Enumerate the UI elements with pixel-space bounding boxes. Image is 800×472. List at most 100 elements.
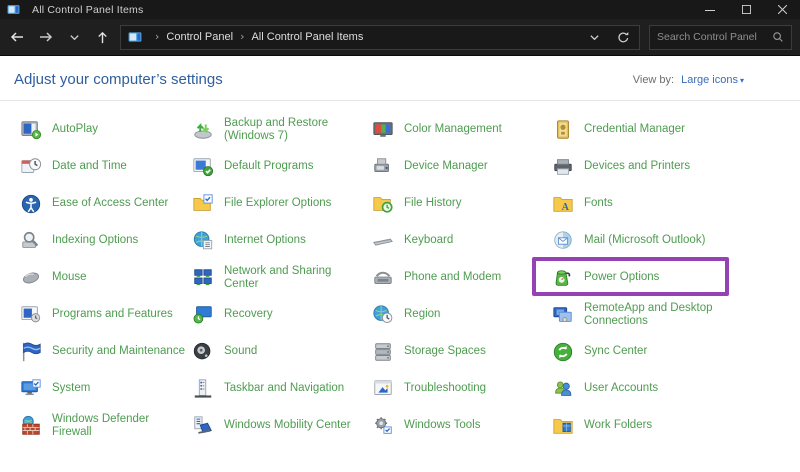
breadcrumb-separator: › [240, 30, 245, 43]
item-label: Windows Defender Firewall [52, 412, 150, 438]
taskbar-navigation-icon [192, 378, 214, 400]
address-bar[interactable]: › Control Panel › All Control Panel Item… [120, 24, 640, 50]
maximize-button[interactable] [728, 0, 764, 19]
item-work-folders[interactable]: Work Folders [552, 407, 790, 444]
item-default-programs[interactable]: Default Programs [192, 148, 372, 185]
item-label: Taskbar and Navigation [224, 382, 345, 394]
item-label: File History [404, 197, 462, 209]
recent-locations-button[interactable] [63, 26, 85, 48]
content-area: Adjust your computer’s settings View by:… [0, 56, 800, 471]
item-programs-and-features[interactable]: Programs and Features [20, 296, 192, 333]
item-label: Indexing Options [52, 234, 139, 246]
item-fonts[interactable]: A Fonts [552, 185, 790, 222]
close-button[interactable] [764, 0, 800, 19]
item-windows-mobility-center[interactable]: Windows Mobility Center [192, 407, 372, 444]
item-device-manager[interactable]: Device Manager [372, 148, 552, 185]
item-color-management[interactable]: Color Management [372, 111, 552, 148]
item-mouse[interactable]: Mouse [20, 259, 192, 296]
mouse-icon [20, 267, 42, 289]
item-label: Devices and Printers [584, 160, 691, 172]
region-icon [372, 304, 394, 326]
item-region[interactable]: Region [372, 296, 552, 333]
item-label: Recovery [224, 308, 273, 320]
credential-manager-icon [552, 119, 574, 141]
fonts-icon: A [552, 193, 574, 215]
item-devices-and-printers[interactable]: Devices and Printers [552, 148, 790, 185]
default-programs-icon [192, 156, 214, 178]
breadcrumb-current[interactable]: All Control Panel Items [251, 31, 363, 43]
item-internet-options[interactable]: Internet Options [192, 222, 372, 259]
user-accounts-icon [552, 378, 574, 400]
item-file-history[interactable]: File History [372, 185, 552, 222]
item-windows-defender-firewall[interactable]: Windows Defender Firewall [20, 407, 192, 444]
item-label: Credential Manager [584, 123, 686, 135]
indexing-options-icon [20, 230, 42, 252]
item-label: System [52, 382, 91, 394]
search-icon[interactable] [772, 31, 784, 43]
item-power-options[interactable]: Power Options [552, 259, 790, 296]
color-management-icon [372, 119, 394, 141]
item-autoplay[interactable]: AutoPlay [20, 111, 192, 148]
item-ease-of-access-center[interactable]: Ease of Access Center [20, 185, 192, 222]
backup-restore-icon [192, 119, 214, 141]
item-security-and-maintenance[interactable]: Security and Maintenance [20, 333, 192, 370]
item-troubleshooting[interactable]: Troubleshooting [372, 370, 552, 407]
item-label: Network and Sharing Center [224, 264, 332, 290]
item-remoteapp-and-desktop-connections[interactable]: RemoteApp and Desktop Connections [552, 296, 790, 333]
item-backup-and-restore-windows-7[interactable]: Backup and Restore (Windows 7) [192, 111, 372, 148]
breadcrumb-root[interactable]: Control Panel [166, 31, 233, 43]
item-file-explorer-options[interactable]: File Explorer Options [192, 185, 372, 222]
network-sharing-icon [192, 267, 214, 289]
refresh-button[interactable] [616, 30, 630, 44]
item-storage-spaces[interactable]: Storage Spaces [372, 333, 552, 370]
item-user-accounts[interactable]: User Accounts [552, 370, 790, 407]
window-title: All Control Panel Items [32, 3, 144, 16]
item-label: Date and Time [52, 160, 127, 172]
item-network-and-sharing-center[interactable]: Network and Sharing Center [192, 259, 372, 296]
ease-of-access-icon [20, 193, 42, 215]
search-input[interactable] [657, 31, 772, 43]
item-windows-tools[interactable]: Windows Tools [372, 407, 552, 444]
item-label: Storage Spaces [404, 345, 486, 357]
date-time-icon [20, 156, 42, 178]
item-label: User Accounts [584, 382, 659, 394]
defender-firewall-icon [20, 415, 42, 437]
item-label: Device Manager [404, 160, 488, 172]
control-panel-window-icon [7, 3, 20, 16]
address-dropdown-button[interactable] [589, 32, 600, 43]
minimize-button[interactable] [692, 0, 728, 19]
item-label: Internet Options [224, 234, 306, 246]
window-controls [692, 0, 800, 19]
item-label: Windows Tools [404, 419, 481, 431]
keyboard-icon [372, 230, 394, 252]
view-by-dropdown[interactable]: Large icons ▾ [681, 74, 744, 86]
sound-icon [192, 341, 214, 363]
control-panel-window: { "window": { "title": "All Control Pane… [0, 0, 800, 472]
item-label: Mouse [52, 271, 87, 283]
view-by-label: View by: [632, 73, 675, 86]
item-label: Sound [224, 345, 258, 357]
item-label: Sync Center [584, 345, 648, 357]
programs-features-icon [20, 304, 42, 326]
system-icon [20, 378, 42, 400]
phone-modem-icon [372, 267, 394, 289]
item-phone-and-modem[interactable]: Phone and Modem [372, 259, 552, 296]
item-date-and-time[interactable]: Date and Time [20, 148, 192, 185]
forward-button[interactable] [35, 26, 57, 48]
up-button[interactable] [92, 26, 114, 48]
item-sound[interactable]: Sound [192, 333, 372, 370]
item-indexing-options[interactable]: Indexing Options [20, 222, 192, 259]
item-credential-manager[interactable]: Credential Manager [552, 111, 790, 148]
item-label: Programs and Features [52, 308, 173, 320]
item-system[interactable]: System [20, 370, 192, 407]
item-sync-center[interactable]: Sync Center [552, 333, 790, 370]
dropdown-arrow-icon: ▾ [739, 75, 744, 85]
back-button[interactable] [6, 26, 28, 48]
item-label: Keyboard [404, 234, 454, 246]
item-keyboard[interactable]: Keyboard [372, 222, 552, 259]
item-recovery[interactable]: Recovery [192, 296, 372, 333]
item-mail-microsoft-outlook[interactable]: Mail (Microsoft Outlook) [552, 222, 790, 259]
item-taskbar-and-navigation[interactable]: Taskbar and Navigation [192, 370, 372, 407]
item-label: AutoPlay [52, 123, 99, 135]
troubleshooting-icon [372, 378, 394, 400]
